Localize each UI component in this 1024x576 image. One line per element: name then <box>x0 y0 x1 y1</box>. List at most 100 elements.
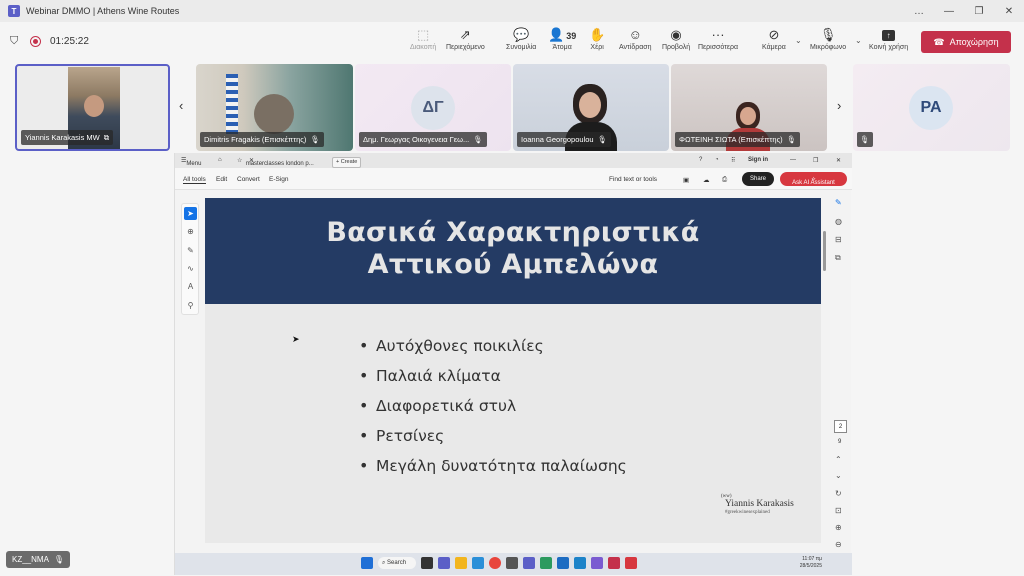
participant-tile[interactable]: Dimitris Fragakis (Επισκέπτης) 🎙 <box>196 64 353 151</box>
start-icon[interactable] <box>361 557 373 569</box>
menu-label: Menu <box>186 161 202 167</box>
chat-button[interactable]: 💬 Συνομιλία <box>506 27 536 51</box>
find-tools-field[interactable]: Find text or tools <box>609 176 657 183</box>
draw-icon[interactable]: ∿ <box>184 262 197 275</box>
stop-share-icon: ⬚ <box>416 27 430 42</box>
participant-tile-active[interactable]: Yiannis Karakasis MW ⧉ <box>15 64 170 151</box>
close-icon[interactable]: ✕ <box>994 0 1024 22</box>
more-options-icon[interactable]: … <box>904 0 934 22</box>
powerpoint-icon[interactable] <box>608 557 620 569</box>
participant-name: Ioanna Georgopoulou <box>521 135 594 144</box>
zoom-in-icon[interactable]: ⊕ <box>835 523 842 532</box>
screen-share-icon: ⧉ <box>103 132 110 142</box>
scrollbar[interactable] <box>823 231 826 271</box>
taskbar-search-label: Search <box>387 560 407 566</box>
document-tab-label: masterclasses london p... <box>245 161 314 167</box>
chevron-left-icon[interactable]: ‹ <box>179 98 183 113</box>
reaction-button[interactable]: ☺ Αντίδραση <box>619 27 652 51</box>
menu-button[interactable]: ☰ Menu <box>181 157 201 167</box>
current-page-field[interactable]: 2 <box>834 420 847 433</box>
mic-muted-icon: 🎙 <box>473 135 483 144</box>
shared-screen: ☰ Menu ⌂ ☆ masterclasses london p... ✕ +… <box>174 153 852 575</box>
minimize-icon[interactable]: — <box>934 0 964 22</box>
edge-icon[interactable] <box>472 557 484 569</box>
excel-icon[interactable] <box>540 557 552 569</box>
teams-icon[interactable] <box>438 557 450 569</box>
acrobat-icon[interactable] <box>625 557 637 569</box>
task-view-icon[interactable] <box>421 557 433 569</box>
text-box-icon[interactable]: A <box>184 280 197 293</box>
edit-tab[interactable]: Edit <box>216 176 227 183</box>
mic-options-chevron-icon[interactable]: ⌄ <box>855 36 862 45</box>
mic-button[interactable]: 🎙 Μικρόφωνο <box>810 27 846 51</box>
bookmark-icon[interactable]: ⊟ <box>835 235 842 244</box>
share-screen-button[interactable]: ↑ Κοινή χρήση <box>869 27 908 51</box>
esign-tab[interactable]: E-Sign <box>269 176 289 183</box>
ai-assistant-button[interactable]: ✧ Ask AI Assistant <box>780 172 847 186</box>
participant-tile[interactable]: ΔΓ Δημ. Γεωργας Οικογενεια Γεω... 🎙 <box>355 64 511 151</box>
participant-tile[interactable]: PA 🎙 <box>853 64 1010 151</box>
taskbar-icons: ⌕ Search <box>361 557 637 569</box>
camera-options-chevron-icon[interactable]: ⌄ <box>795 36 802 45</box>
home-icon[interactable]: ⌂ <box>218 157 222 163</box>
share-doc-button[interactable]: Share <box>742 172 774 186</box>
self-view-tag[interactable]: KZ__NMA 🎙 <box>6 551 71 568</box>
help-icon[interactable]: ? <box>699 157 702 163</box>
stamp-icon[interactable]: ⚲ <box>184 299 197 312</box>
chrome-icon[interactable] <box>489 557 501 569</box>
taskbar-time: 11:07 πμ <box>802 556 822 562</box>
participant-tile[interactable]: Ioanna Georgopoulou 🎙 <box>513 64 669 151</box>
comment-icon[interactable]: ✎ <box>835 198 842 207</box>
meeting-toolbar: ⛉ 01:25:22 ⬚ Διακοπή ⇗ Περιεχόμενο 💬 Συν… <box>0 22 1024 62</box>
rotate-icon[interactable]: ↻ <box>835 489 842 498</box>
convert-tab[interactable]: Convert <box>237 176 260 183</box>
print-icon[interactable]: ⎙ <box>722 176 727 184</box>
close-icon[interactable]: ✕ <box>836 157 841 164</box>
participant-tile[interactable]: ΦΩΤΕΙΝΗ ΣΙΩΤΑ (Επισκέπτης) 🎙 <box>671 64 827 151</box>
people-label: Άτομα <box>552 44 572 51</box>
bell-icon[interactable]: ◔ <box>715 157 719 163</box>
upload-icon[interactable]: ☁ <box>703 176 710 184</box>
all-tools-tab[interactable]: All tools <box>183 176 206 184</box>
camera-button[interactable]: ⊘ Κάμερα <box>762 27 786 51</box>
save-icon[interactable]: ▣ <box>683 176 689 184</box>
share-label: Κοινή χρήση <box>869 44 909 51</box>
outlook-icon[interactable] <box>574 557 586 569</box>
participant-name-tag: 🎙 <box>857 132 873 147</box>
zoom-icon[interactable]: ⊕ <box>184 225 197 238</box>
new-tab-button[interactable]: + Create <box>332 157 362 168</box>
browser-tab-bar: ☰ Menu ⌂ ☆ masterclasses london p... ✕ +… <box>175 153 852 168</box>
document-tab[interactable]: ☆ masterclasses london p... ✕ <box>237 157 314 167</box>
apps-icon[interactable]: ⠿ <box>731 157 735 164</box>
word-icon[interactable] <box>557 557 569 569</box>
more-button[interactable]: ··· Περισσότερα <box>698 27 738 51</box>
taskbar-search[interactable]: ⌕ Search <box>378 557 416 569</box>
content-button[interactable]: ⇗ Περιεχόμενο <box>446 27 485 51</box>
folder-icon[interactable] <box>455 557 467 569</box>
select-cursor-icon[interactable]: ➤ <box>184 207 197 220</box>
pages-icon[interactable]: ⧉ <box>835 253 841 263</box>
viber-icon[interactable] <box>591 557 603 569</box>
maximize-icon[interactable]: ❐ <box>964 0 994 22</box>
chevron-up-icon[interactable]: ⌃ <box>835 455 842 464</box>
raise-hand-button[interactable]: ✋ Χέρι <box>589 27 605 51</box>
teams-icon[interactable] <box>523 557 535 569</box>
chevron-right-icon[interactable]: › <box>837 98 841 113</box>
view-button[interactable]: ◉ Προβολή <box>662 27 690 51</box>
sign-in-link[interactable]: Sign in <box>748 157 768 163</box>
avatar: ΔΓ <box>411 86 455 130</box>
chevron-down-icon[interactable]: ⌄ <box>835 471 842 480</box>
leave-button[interactable]: ☎ Αποχώρηση <box>921 31 1011 53</box>
participant-name: Yiannis Karakasis MW <box>25 133 100 142</box>
page-fit-icon[interactable]: ⊡ <box>835 506 842 515</box>
ai-chat-icon[interactable]: ◍ <box>835 217 842 226</box>
stop-button[interactable]: ⬚ Διακοπή <box>410 27 436 51</box>
zoom-out-icon[interactable]: ⊖ <box>835 540 842 549</box>
bullet-item: Διαφορετικά στυλ <box>359 395 627 425</box>
app-icon[interactable] <box>506 557 518 569</box>
pen-icon[interactable]: ✎ <box>184 244 197 257</box>
people-button[interactable]: 👤 39 Άτομα <box>548 27 576 51</box>
mic-muted-icon: 🎙 <box>786 135 797 144</box>
restore-icon[interactable]: ❐ <box>813 157 818 164</box>
minimize-icon[interactable]: — <box>790 157 796 163</box>
